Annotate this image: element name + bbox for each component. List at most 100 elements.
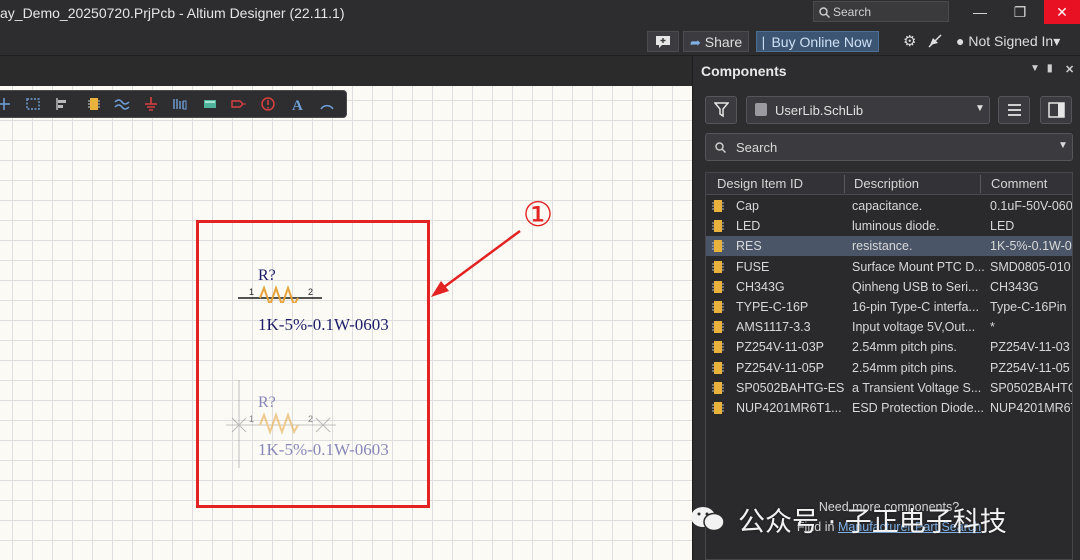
sheet-symbol-icon[interactable] bbox=[202, 96, 218, 112]
cell-design-item-id: Cap bbox=[736, 199, 759, 213]
harness-icon[interactable] bbox=[172, 96, 188, 112]
align-icon[interactable] bbox=[54, 96, 70, 112]
library-name: UserLib.SchLib bbox=[775, 103, 864, 118]
cell-description: Qinheng USB to Seri... bbox=[852, 279, 979, 294]
component-icon bbox=[712, 341, 724, 354]
panel-close-icon[interactable]: ✕ bbox=[1065, 63, 1074, 76]
table-row[interactable]: FUSE Surface Mount PTC D... SMD0805-010 bbox=[706, 257, 1072, 277]
component-search[interactable]: Search ▼ bbox=[705, 133, 1073, 161]
library-select[interactable]: UserLib.SchLib ▼ bbox=[746, 96, 990, 124]
text-icon[interactable]: A bbox=[290, 96, 306, 112]
document-tab-area bbox=[0, 56, 692, 86]
table-row[interactable]: CH343G Qinheng USB to Seri... CH343G bbox=[706, 277, 1072, 297]
maximize-button[interactable]: ❐ bbox=[1002, 0, 1038, 24]
active-bar: A bbox=[0, 90, 347, 118]
cell-description: a Transient Voltage S... bbox=[852, 380, 982, 395]
chevron-down-icon: ▾ bbox=[1053, 33, 1061, 49]
wire-icon[interactable] bbox=[114, 96, 130, 112]
table-row[interactable]: Cap capacitance. 0.1uF-50V-060 bbox=[706, 196, 1072, 216]
cell-description: 16-pin Type-C interfa... bbox=[852, 300, 979, 314]
table-row[interactable]: TYPE-C-16P 16-pin Type-C interfa... Type-C… bbox=[706, 297, 1072, 317]
chevron-down-icon[interactable]: ▼ bbox=[1058, 140, 1068, 151]
cell-comment: Type-C-16Pin bbox=[990, 300, 1067, 314]
cell-comment: CH343G bbox=[990, 279, 1039, 294]
menu-button[interactable] bbox=[998, 96, 1030, 124]
component-icon bbox=[712, 260, 724, 273]
table-row[interactable]: PZ254V-11-03P 2.54mm pitch pins. PZ254V-11… bbox=[706, 337, 1072, 357]
col-design-item-id[interactable]: Design Item ID bbox=[717, 176, 803, 191]
cell-description: ESD Protection Diode... bbox=[852, 401, 984, 415]
cell-description: Input voltage 5V,Out... bbox=[852, 320, 976, 335]
place-part-icon[interactable] bbox=[86, 96, 102, 112]
comment-text: 1K-5%-0.1W-0603 bbox=[258, 315, 389, 334]
pin-icon[interactable]: ▮ bbox=[1047, 63, 1053, 74]
cell-design-item-id: LED bbox=[736, 219, 761, 234]
cell-design-item-id: PZ254V-11-05P bbox=[736, 360, 825, 375]
cell-comment: * bbox=[990, 320, 995, 335]
hamburger-icon bbox=[1008, 104, 1021, 116]
cell-design-item-id: RES bbox=[736, 239, 762, 254]
table-row[interactable]: NUP4201MR6T1... ESD Protection Diode... NU… bbox=[706, 398, 1072, 418]
search-icon bbox=[819, 7, 831, 19]
split-view-icon bbox=[1048, 102, 1065, 118]
directive-icon[interactable] bbox=[260, 96, 276, 112]
pin1-number: 1 bbox=[249, 287, 255, 297]
panel-menu-icon[interactable]: ▼ bbox=[1030, 63, 1040, 74]
cell-description: luminous diode. bbox=[852, 219, 940, 234]
chevron-down-icon: ▼ bbox=[975, 103, 985, 114]
ghost-pin2-number: 2 bbox=[308, 414, 314, 424]
pin2-number: 2 bbox=[308, 287, 314, 297]
component-icon bbox=[712, 381, 724, 394]
wechat-logo-icon bbox=[691, 507, 725, 532]
cell-comment: LED bbox=[990, 219, 1015, 234]
cell-comment: SMD0805-010 bbox=[990, 259, 1071, 274]
col-comment[interactable]: Comment bbox=[991, 176, 1047, 191]
close-button[interactable]: ✕ bbox=[1044, 0, 1080, 24]
account-menu[interactable]: ● Not Signed In▾ bbox=[956, 31, 1060, 52]
component-icon bbox=[712, 402, 724, 414]
settings-gear-icon[interactable]: ⚙ bbox=[903, 31, 916, 52]
global-search-label: Search bbox=[833, 5, 872, 19]
share-button[interactable]: ➦ Share bbox=[683, 31, 750, 52]
arc-icon[interactable] bbox=[319, 96, 335, 112]
table-row[interactable]: LED luminous diode. LED bbox=[706, 216, 1072, 236]
select-area-icon[interactable] bbox=[25, 96, 41, 112]
feedback-button[interactable] bbox=[647, 31, 679, 52]
component-icon bbox=[712, 361, 724, 374]
library-icon bbox=[755, 103, 767, 116]
col-description[interactable]: Description bbox=[854, 176, 919, 191]
panel-title: Components bbox=[701, 63, 787, 79]
crosshair-icon[interactable] bbox=[0, 96, 12, 112]
grid-header: Design Item ID Description Comment bbox=[706, 173, 1072, 195]
component-icon bbox=[712, 321, 724, 334]
power-port-icon[interactable] bbox=[143, 96, 159, 112]
table-row[interactable]: AMS1117-3.3 Input voltage 5V,Out... * bbox=[706, 317, 1072, 337]
cell-design-item-id: FUSE bbox=[736, 259, 770, 274]
cell-design-item-id: AMS1117-3.3 bbox=[736, 320, 811, 335]
ghost-pin1-number: 1 bbox=[249, 414, 255, 424]
component-icon bbox=[712, 240, 724, 253]
buy-online-button[interactable]: ▏Buy Online Now bbox=[756, 31, 879, 52]
cell-description: 2.54mm pitch pins. bbox=[852, 340, 957, 355]
details-toggle-button[interactable] bbox=[1040, 96, 1072, 124]
share-icon: ➦ bbox=[690, 35, 701, 50]
cell-comment: PZ254V-11-05 bbox=[990, 360, 1070, 375]
component-icon bbox=[712, 280, 724, 293]
title-bar: ay_Demo_20250720.PrjPcb - Altium Designe… bbox=[0, 0, 1080, 28]
svg-text:A: A bbox=[292, 98, 303, 112]
window-title: ay_Demo_20250720.PrjPcb - Altium Designe… bbox=[0, 5, 345, 21]
table-row[interactable]: PZ254V-11-05P 2.54mm pitch pins. PZ254V-11… bbox=[706, 358, 1072, 378]
cell-design-item-id: NUP4201MR6T1... bbox=[736, 401, 842, 415]
components-panel: Components ▼ ▮ ✕ UserLib.SchLib ▼ Search… bbox=[692, 56, 1080, 560]
cell-comment: PZ254V-11-03 bbox=[990, 340, 1070, 355]
cell-design-item-id: PZ254V-11-03P bbox=[736, 340, 825, 355]
table-row[interactable]: RES resistance. 1K-5%-0.1W-0 bbox=[706, 236, 1072, 257]
filter-button[interactable] bbox=[705, 96, 737, 124]
notifications-icon[interactable] bbox=[927, 31, 943, 52]
minimize-button[interactable]: — bbox=[962, 0, 998, 24]
port-icon[interactable] bbox=[231, 96, 247, 112]
table-row[interactable]: SP0502BAHTG-ES a Transient Voltage S... SP… bbox=[706, 378, 1072, 398]
comment-icon bbox=[656, 36, 670, 48]
cell-description: 2.54mm pitch pins. bbox=[852, 360, 957, 375]
global-search[interactable]: Search bbox=[813, 1, 949, 22]
